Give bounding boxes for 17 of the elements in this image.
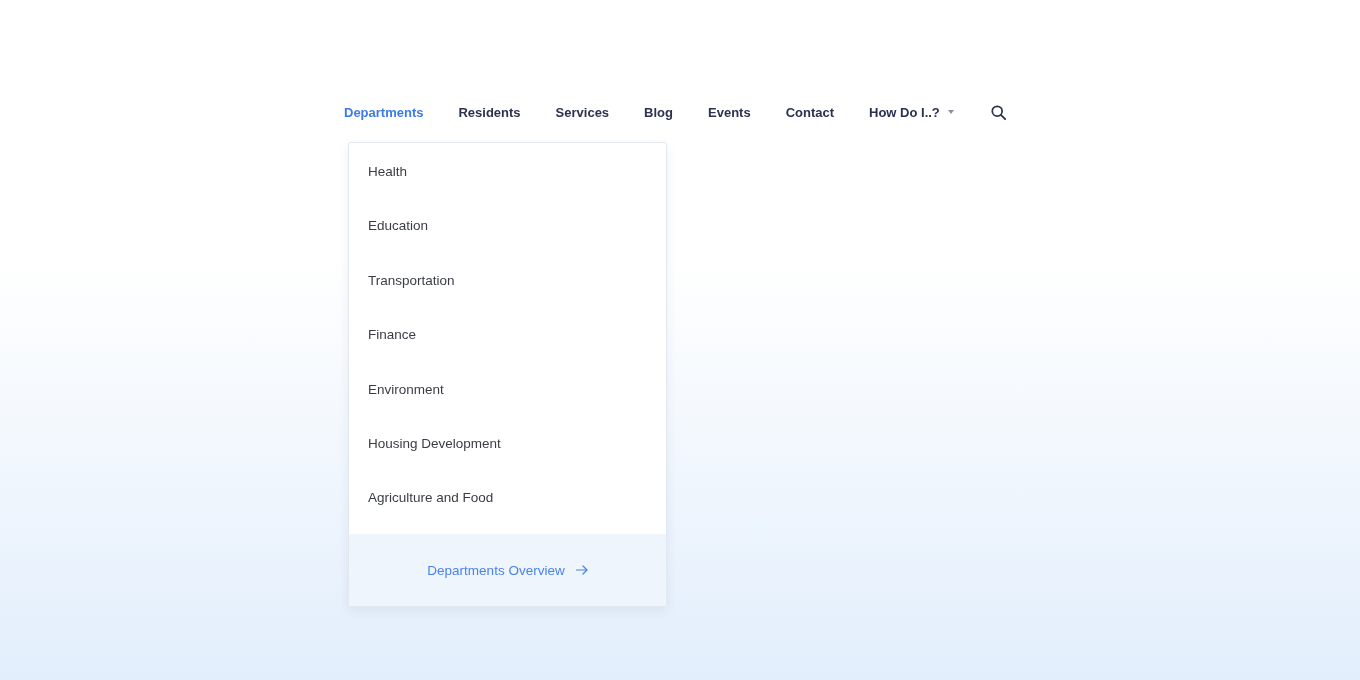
menu-item[interactable]: Environment xyxy=(349,380,666,399)
menu-item[interactable]: Agriculture and Food xyxy=(349,489,666,508)
caret-icon xyxy=(947,110,954,114)
nav-link[interactable]: Departments xyxy=(344,100,424,124)
menu-item[interactable]: Finance xyxy=(349,326,666,345)
search-icon[interactable] xyxy=(990,104,1006,120)
nav-link[interactable]: How Do I..? xyxy=(869,100,954,124)
nav-link[interactable]: Blog xyxy=(644,100,673,124)
menu-item[interactable]: Housing Development xyxy=(349,434,666,453)
nav-link[interactable]: Residents xyxy=(458,100,521,124)
menu-item[interactable]: Transportation xyxy=(349,271,666,290)
arrow-right-icon xyxy=(575,565,588,576)
nav-link[interactable]: Events xyxy=(708,100,751,124)
nav-link[interactable]: Contact xyxy=(785,100,835,124)
nav-link[interactable]: Services xyxy=(555,100,610,124)
menu-item[interactable]: Health xyxy=(349,163,666,181)
menu-item[interactable]: Education xyxy=(349,217,666,236)
